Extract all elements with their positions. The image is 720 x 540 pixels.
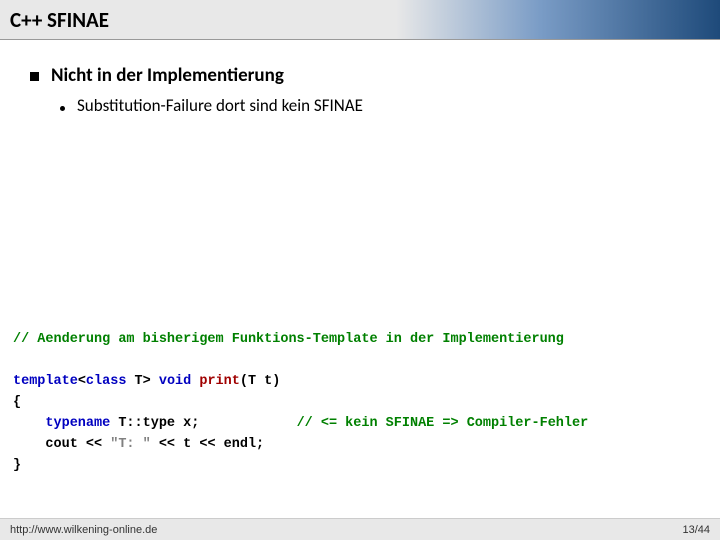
code-kw-class: class [86,374,127,389]
code-string: "T: " [110,437,151,452]
bullet-main-text: Nicht in der Implementierung [51,64,284,87]
title-bar: C++ SFINAE [0,0,720,40]
code-ttype: T::type x; [110,416,199,431]
code-fn-print: print [199,374,240,389]
bullet-sub: Substitution-Failure dort sind kein SFIN… [60,95,690,116]
code-pad3 [199,416,296,431]
code-angle: < [78,374,86,389]
code-kw-typename: typename [45,416,110,431]
bullet-sub-text: Substitution-Failure dort sind kein SFIN… [77,95,363,116]
code-cout-c: << t << endl; [151,437,264,452]
content-area: Nicht in der Implementierung Substitutio… [0,40,720,116]
code-t-close: T> [126,374,158,389]
page-title: C++ SFINAE [10,7,109,33]
code-params: (T t) [240,374,281,389]
bullet-main: Nicht in der Implementierung [30,64,690,87]
code-block: // Aenderung am bisherigem Funktions-Tem… [13,330,707,476]
code-brace-open: { [13,395,21,410]
code-kw-void: void [159,374,191,389]
code-comment-inline: // <= kein SFINAE => Compiler-Fehler [297,416,589,431]
code-cout-a: cout << [13,437,110,452]
code-indent3 [13,416,45,431]
code-comment-top: // Aenderung am bisherigem Funktions-Tem… [13,332,564,347]
dot-bullet-icon [60,106,65,111]
footer-page: 13/44 [682,524,710,536]
footer-url: http://www.wilkening-online.de [10,524,157,536]
code-kw-template: template [13,374,78,389]
code-brace-close: } [13,458,21,473]
footer: http://www.wilkening-online.de 13/44 [0,518,720,540]
square-bullet-icon [30,72,39,81]
